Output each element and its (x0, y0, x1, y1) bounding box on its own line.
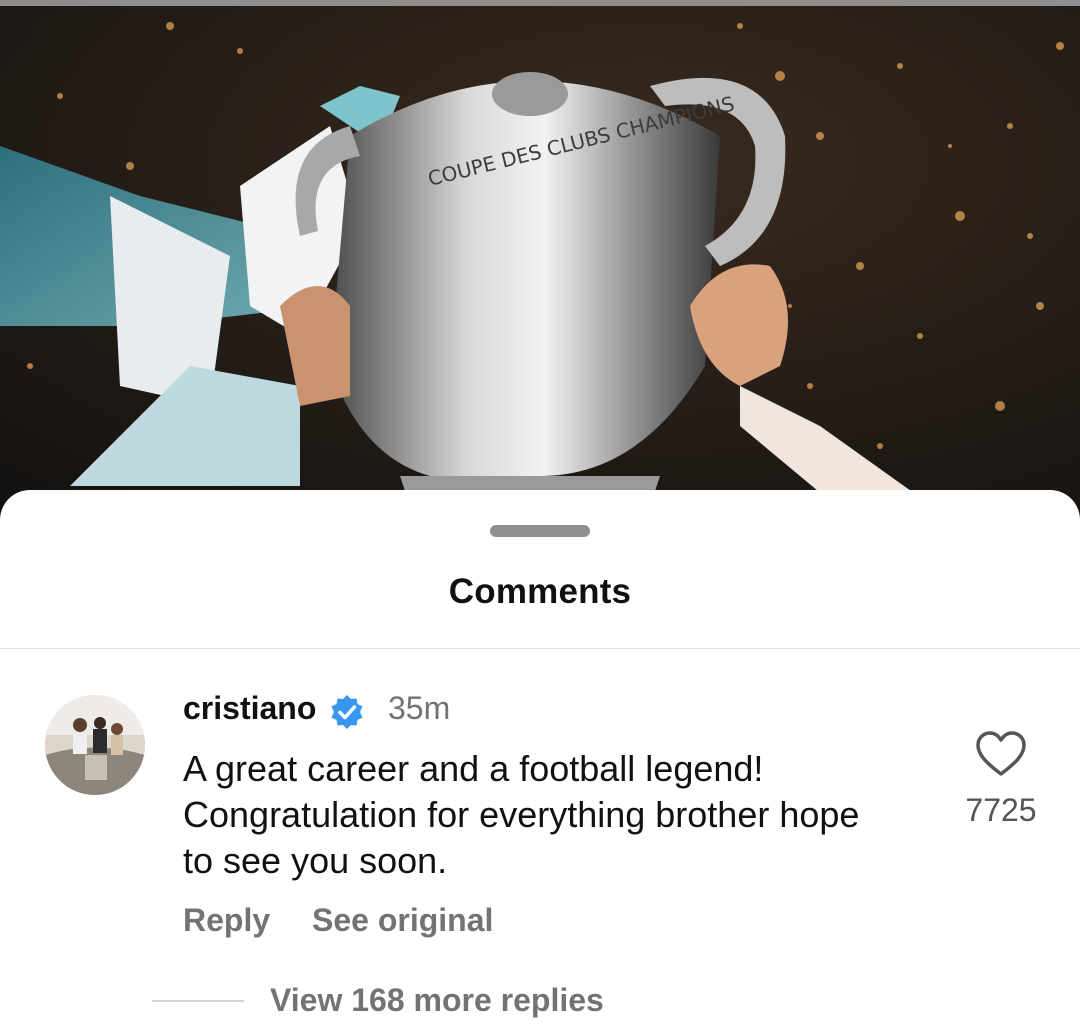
post-image[interactable]: COUPE DES CLUBS CHAMPIONS (0, 6, 1080, 526)
comments-sheet: Comments cristiano 35m A great career an… (0, 490, 1080, 1024)
reply-button[interactable]: Reply (183, 902, 270, 939)
like-count: 7725 (965, 792, 1037, 828)
view-more-replies-button[interactable]: View 168 more replies (270, 982, 604, 1019)
comment-username[interactable]: cristiano (183, 690, 316, 727)
comment-line: to see you soon. (183, 840, 448, 881)
heart-outline-icon[interactable] (975, 730, 1027, 778)
verified-badge-icon (331, 695, 363, 729)
sheet-title: Comments (448, 572, 632, 611)
comment-line: Congratulation for everything brother ho… (183, 794, 860, 835)
see-original-button[interactable]: See original (312, 902, 493, 939)
trophy-photo: COUPE DES CLUBS CHAMPIONS (0, 6, 1080, 526)
divider (0, 648, 1080, 649)
comment-line: A great career and a football legend! (183, 748, 764, 789)
comment-timestamp: 35m (388, 690, 451, 726)
replies-divider (152, 1000, 244, 1002)
comment-text: A great career and a football legend! Co… (183, 746, 943, 884)
avatar[interactable] (45, 695, 145, 795)
avatar-photo (45, 695, 145, 795)
drag-handle[interactable] (490, 525, 590, 537)
